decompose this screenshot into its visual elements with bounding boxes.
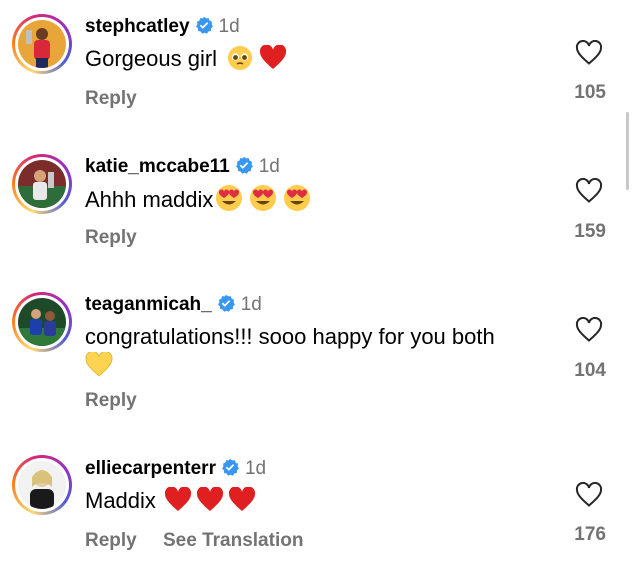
red-heart-icon: [196, 486, 224, 520]
comment-body: Maddix: [85, 488, 156, 513]
comment-text: Maddix: [85, 486, 555, 520]
heart-eyes-icon: [283, 184, 311, 219]
verified-badge-icon: [217, 294, 235, 318]
like-heart-icon[interactable]: [575, 178, 603, 204]
see-translation-button[interactable]: See Translation: [163, 530, 303, 552]
like-count: 104: [574, 360, 606, 381]
avatar[interactable]: [12, 154, 72, 214]
username[interactable]: stephcatley: [85, 16, 190, 37]
comment-body: Gorgeous girl: [85, 46, 218, 71]
username[interactable]: katie_mccabe11: [85, 156, 230, 177]
red-heart-icon: [164, 486, 192, 520]
verified-badge-icon: [195, 16, 213, 40]
comment-username-row: teaganmicah_ 1d: [85, 294, 262, 318]
scrollbar[interactable]: [626, 112, 629, 190]
like-heart-icon[interactable]: [575, 40, 603, 66]
comment-username-row: elliecarpenterr 1d: [85, 458, 266, 482]
avatar[interactable]: [12, 292, 72, 352]
like-heart-icon[interactable]: [575, 317, 603, 343]
reply-button[interactable]: Reply: [85, 530, 137, 552]
heart-eyes-icon: [249, 184, 277, 219]
red-heart-icon: [259, 44, 287, 78]
comment-text: Gorgeous girl: [85, 44, 555, 78]
username[interactable]: elliecarpenterr: [85, 458, 216, 479]
pleading-face-icon: [227, 45, 253, 78]
avatar[interactable]: [12, 14, 72, 74]
reply-button[interactable]: Reply: [85, 390, 137, 412]
like-count: 176: [574, 524, 606, 545]
comment-text: Ahhh maddix: [85, 184, 555, 219]
reply-button[interactable]: Reply: [85, 227, 137, 249]
like-count: 159: [574, 221, 606, 242]
yellow-heart-icon: [85, 351, 113, 385]
comment-username-row: stephcatley 1d: [85, 16, 240, 40]
avatar[interactable]: [12, 455, 72, 515]
comment-body: congratulations!!! sooo happy for you bo…: [85, 324, 495, 349]
like-heart-icon[interactable]: [575, 482, 603, 508]
comment-body: Ahhh maddix: [85, 187, 214, 212]
red-heart-icon: [228, 486, 256, 520]
timestamp: 1d: [240, 294, 262, 315]
timestamp: 1d: [258, 156, 280, 177]
verified-badge-icon: [235, 156, 253, 180]
heart-eyes-icon: [215, 184, 243, 219]
verified-badge-icon: [221, 458, 239, 482]
comment-text: congratulations!!! sooo happy for you bo…: [85, 322, 555, 385]
reply-button[interactable]: Reply: [85, 88, 137, 110]
like-count: 105: [574, 82, 606, 103]
comment-username-row: katie_mccabe11 1d: [85, 156, 280, 180]
username[interactable]: teaganmicah_: [85, 294, 212, 315]
timestamp: 1d: [218, 16, 240, 37]
timestamp: 1d: [244, 458, 267, 479]
